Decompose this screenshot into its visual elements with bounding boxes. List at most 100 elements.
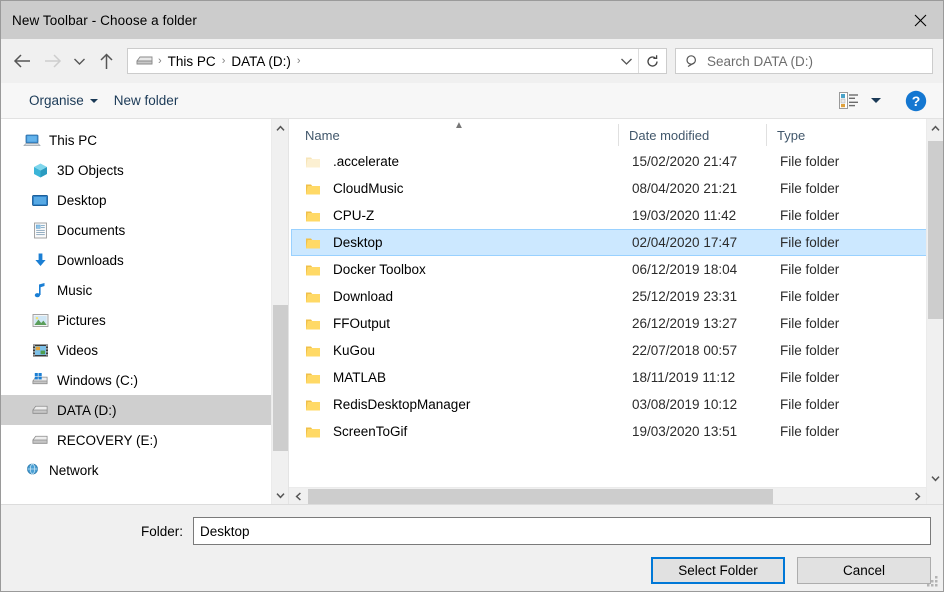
table-row[interactable]: Desktop 02/04/2020 17:47 File folder — [291, 229, 941, 256]
folder-input-value: Desktop — [200, 523, 250, 539]
file-list-scrollbar[interactable] — [926, 119, 943, 504]
up-button[interactable] — [91, 46, 121, 76]
file-date-cell: 06/12/2019 18:04 — [632, 262, 738, 277]
folder-input[interactable]: Desktop — [193, 517, 931, 545]
table-row[interactable]: KuGou 22/07/2018 00:57 File folder — [291, 337, 941, 364]
select-folder-button[interactable]: Select Folder — [651, 557, 785, 584]
sidebar-item-this-pc[interactable]: This PC — [1, 125, 288, 155]
table-row[interactable]: RedisDesktopManager 03/08/2019 10:12 Fil… — [291, 391, 941, 418]
table-row[interactable]: MATLAB 18/11/2019 11:12 File folder — [291, 364, 941, 391]
file-name-cell: CPU-Z — [292, 208, 622, 223]
file-list-horizontal-scrollbar[interactable] — [289, 487, 926, 504]
scroll-up-button[interactable] — [272, 119, 288, 137]
breadcrumb: › This PC › DATA (D:) › — [128, 52, 614, 71]
file-date-cell: 18/11/2019 11:12 — [632, 370, 736, 385]
music-icon — [31, 281, 49, 299]
network-icon — [23, 461, 41, 479]
sidebar-item-pictures[interactable]: Pictures — [1, 305, 288, 335]
file-type-cell: File folder — [780, 235, 840, 250]
file-type-cell: File folder — [780, 424, 840, 439]
recent-locations-button[interactable] — [67, 46, 91, 76]
sidebar-item-music[interactable]: Music — [1, 275, 288, 305]
table-row[interactable]: CloudMusic 08/04/2020 21:21 File folder — [291, 175, 941, 202]
file-name-cell: RedisDesktopManager — [292, 397, 622, 412]
sidebar-item-data-d[interactable]: DATA (D:) — [1, 395, 288, 425]
column-header-date-modified[interactable]: Date modified — [619, 124, 767, 146]
chevron-right-icon — [914, 492, 921, 501]
file-name-label: CPU-Z — [333, 208, 375, 223]
file-name-cell: KuGou — [292, 343, 622, 358]
sidebar-item-3d-objects[interactable]: 3D Objects — [1, 155, 288, 185]
sidebar-item-videos[interactable]: Videos — [1, 335, 288, 365]
arrow-right-icon — [44, 54, 61, 68]
sidebar-item-downloads[interactable]: Downloads — [1, 245, 288, 275]
sidebar-item-network[interactable]: Network — [1, 455, 288, 485]
table-row[interactable]: FFOutput 26/12/2019 13:27 File folder — [291, 310, 941, 337]
address-dropdown-button[interactable] — [614, 49, 638, 73]
forward-button[interactable] — [37, 46, 67, 76]
search-box[interactable]: Search DATA (D:) — [675, 48, 933, 74]
breadcrumb-item-data-d[interactable]: DATA (D:) — [227, 52, 295, 71]
choose-folder-dialog: New Toolbar - Choose a folder › This PC … — [0, 0, 944, 592]
file-type-cell: File folder — [780, 154, 840, 169]
chevron-up-icon — [931, 124, 940, 131]
folder-icon — [306, 238, 320, 248]
scroll-left-button[interactable] — [289, 488, 307, 505]
back-button[interactable] — [7, 46, 37, 76]
title-bar: New Toolbar - Choose a folder — [1, 1, 943, 39]
scroll-right-button[interactable] — [908, 488, 926, 505]
sidebar-item-windows-c[interactable]: Windows (C:) — [1, 365, 288, 395]
button-row: Select Folder Cancel — [1, 545, 943, 584]
new-folder-button[interactable]: New folder — [106, 89, 187, 112]
column-header-type[interactable]: Type — [767, 124, 877, 146]
table-row[interactable]: ScreenToGif 19/03/2020 13:51 File folder — [291, 418, 941, 445]
file-name-label: CloudMusic — [333, 181, 404, 196]
file-name-label: .accelerate — [333, 154, 400, 169]
scroll-up-button[interactable] — [927, 119, 944, 137]
file-date-cell: 26/12/2019 13:27 — [632, 316, 738, 331]
search-icon — [686, 54, 696, 67]
refresh-button[interactable] — [638, 49, 666, 73]
file-name-label: Docker Toolbox — [333, 262, 426, 277]
sidebar-scrollbar[interactable] — [271, 119, 288, 504]
file-date-cell: 22/07/2018 00:57 — [632, 343, 738, 358]
search-placeholder: Search DATA (D:) — [707, 53, 814, 69]
horizontal-scrollbar-thumb[interactable] — [308, 489, 773, 504]
resize-grip[interactable] — [926, 575, 939, 588]
file-type-cell: File folder — [780, 262, 840, 277]
file-type-cell: File folder — [780, 370, 840, 385]
file-list-scrollbar-thumb[interactable] — [928, 141, 943, 319]
arrow-up-icon — [99, 52, 113, 69]
sidebar-item-recovery-e[interactable]: RECOVERY (E:) — [1, 425, 288, 455]
column-header-name[interactable]: Name — [289, 124, 619, 146]
chevron-down-icon — [73, 58, 85, 65]
organise-button[interactable]: Organise — [21, 89, 106, 112]
sidebar-item-desktop[interactable]: Desktop — [1, 185, 288, 215]
file-name-label: MATLAB — [333, 370, 387, 385]
close-button[interactable] — [897, 1, 943, 39]
cancel-button[interactable]: Cancel — [797, 557, 931, 584]
breadcrumb-separator[interactable]: › — [220, 55, 228, 67]
file-name-cell: Download — [292, 289, 622, 304]
breadcrumb-separator[interactable]: › — [295, 55, 303, 67]
table-row[interactable]: CPU-Z 19/03/2020 11:42 File folder — [291, 202, 941, 229]
sidebar-item-label: Windows (C:) — [57, 372, 139, 388]
table-row[interactable]: Download 25/12/2019 23:31 File folder — [291, 283, 941, 310]
details-view-icon — [839, 92, 858, 109]
address-bar[interactable]: › This PC › DATA (D:) › — [127, 48, 667, 74]
table-row[interactable]: Docker Toolbox 06/12/2019 18:04 File fol… — [291, 256, 941, 283]
scroll-down-button[interactable] — [272, 486, 288, 504]
sidebar-item-label: Desktop — [57, 192, 107, 208]
sidebar-item-documents[interactable]: Documents — [1, 215, 288, 245]
change-view-button[interactable] — [835, 89, 885, 112]
sidebar-scrollbar-thumb[interactable] — [273, 305, 288, 451]
file-date-cell: 25/12/2019 23:31 — [632, 289, 738, 304]
windows-drive-icon — [31, 371, 49, 389]
svg-text:?: ? — [912, 93, 921, 109]
folder-icon — [306, 211, 320, 221]
file-date-cell: 08/04/2020 21:21 — [632, 181, 738, 196]
breadcrumb-item-this-pc[interactable]: This PC — [164, 52, 220, 71]
help-button[interactable]: ? — [905, 90, 927, 112]
table-row[interactable]: .accelerate 15/02/2020 21:47 File folder — [291, 148, 941, 175]
scroll-down-button[interactable] — [927, 469, 944, 487]
